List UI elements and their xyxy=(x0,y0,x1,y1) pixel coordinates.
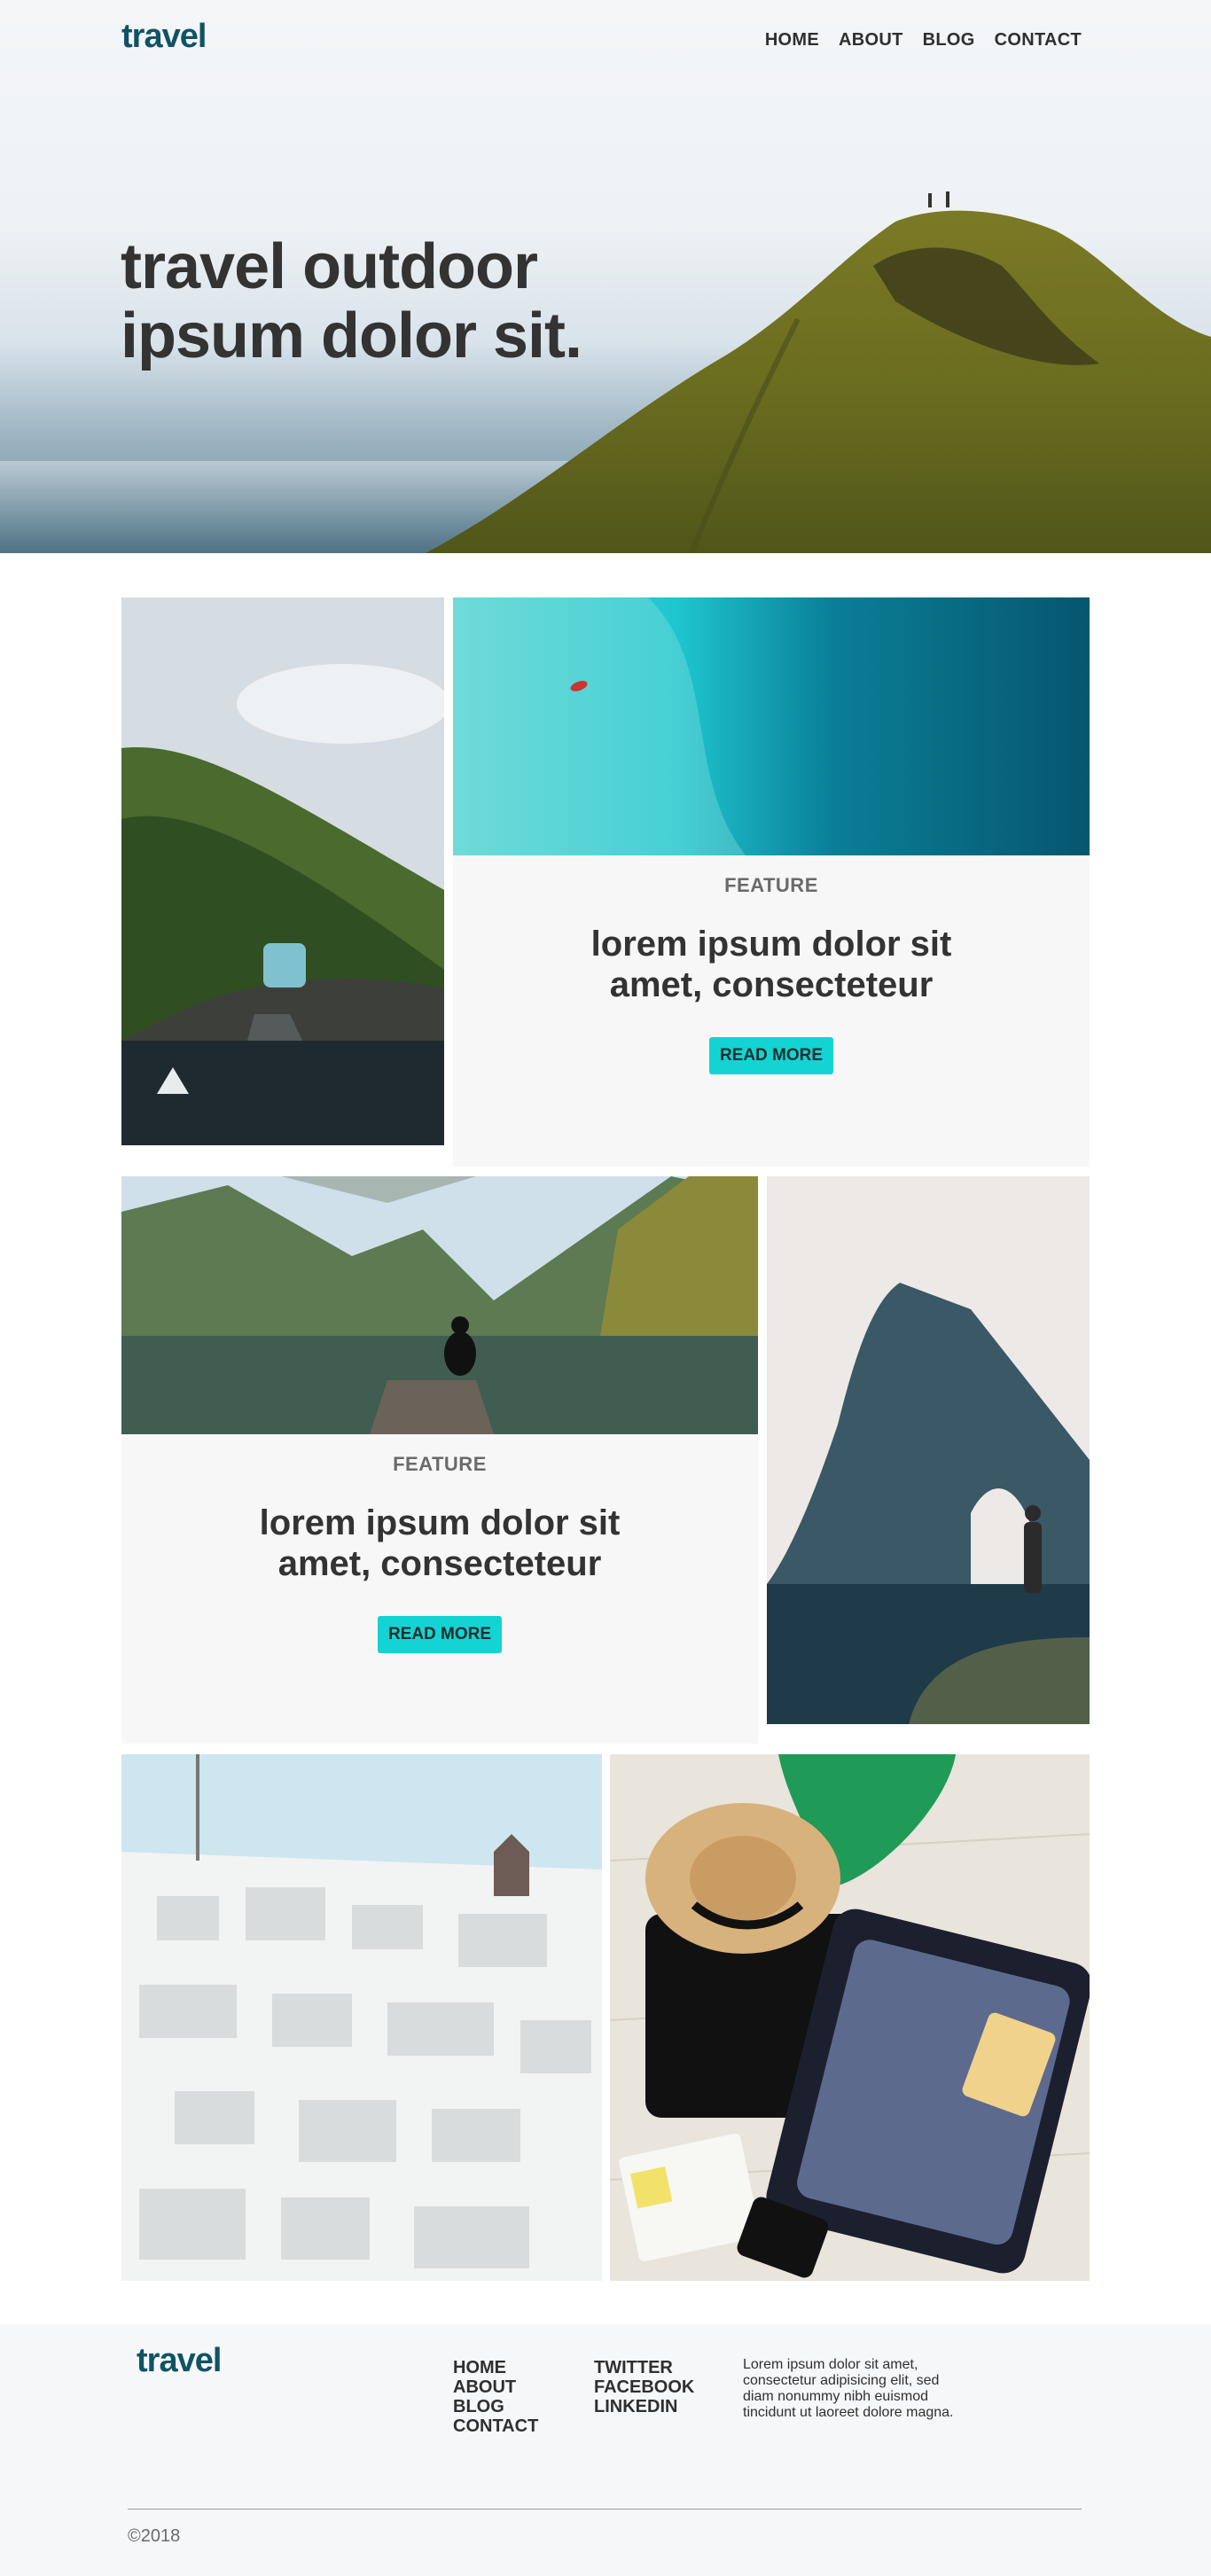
footer-link-twitter[interactable]: TWITTER xyxy=(594,2358,694,2377)
feature-card-2-body: FEATURE lorem ipsum dolor sit amet, cons… xyxy=(121,1453,758,1653)
footer-link-contact[interactable]: CONTACT xyxy=(453,2416,538,2436)
footer-social: TWITTER FACEBOOK LINKEDIN xyxy=(594,2358,694,2416)
footer-link-home[interactable]: HOME xyxy=(453,2358,538,2377)
nav-blog[interactable]: BLOG xyxy=(923,30,975,51)
footer-logo[interactable]: travel xyxy=(137,2342,222,2380)
feature-card-1-body: FEATURE lorem ipsum dolor sit amet, cons… xyxy=(453,874,1090,1074)
nav-about[interactable]: ABOUT xyxy=(839,30,903,51)
feature-card-1: FEATURE lorem ipsum dolor sit amet, cons… xyxy=(453,597,1090,1167)
sea-arch-photo[interactable] xyxy=(767,1176,1090,1724)
packed-suitcase-photo[interactable] xyxy=(610,1754,1090,2281)
read-more-button[interactable]: READ MORE xyxy=(708,1037,834,1074)
feature-title: lorem ipsum dolor sit amet, consecteteur xyxy=(590,925,952,1004)
footer-link-about[interactable]: ABOUT xyxy=(453,2377,538,2397)
feature-kicker: FEATURE xyxy=(393,1453,487,1475)
lake-dock-photo[interactable] xyxy=(121,1176,758,1434)
footer-link-linkedin[interactable]: LINKEDIN xyxy=(594,2397,694,2416)
hero-title: travel outdoor ipsum dolor sit. xyxy=(121,231,582,371)
footer-divider xyxy=(128,2509,1082,2510)
hero: travel HOME ABOUT BLOG CONTACT travel ou… xyxy=(0,0,1211,553)
footer-link-facebook[interactable]: FACEBOOK xyxy=(594,2377,694,2397)
feature-card-2: FEATURE lorem ipsum dolor sit amet, cons… xyxy=(121,1176,758,1744)
feature-kicker: FEATURE xyxy=(724,874,818,896)
feature-title: lorem ipsum dolor sit amet, consecteteur xyxy=(259,1503,621,1583)
road-trip-photo[interactable] xyxy=(121,597,444,1145)
nav-contact[interactable]: CONTACT xyxy=(995,30,1082,51)
footer-nav: HOME ABOUT BLOG CONTACT xyxy=(453,2358,538,2436)
site-footer: travel HOME ABOUT BLOG CONTACT TWITTER F… xyxy=(0,2324,1211,2576)
footer-description: Lorem ipsum dolor sit amet, consectetur … xyxy=(743,2357,954,2420)
santorini-photo[interactable] xyxy=(121,1754,602,2281)
read-more-button[interactable]: READ MORE xyxy=(377,1616,503,1653)
copyright: ©2018 xyxy=(128,2526,181,2546)
main-nav: HOME ABOUT BLOG CONTACT xyxy=(765,30,1082,51)
ocean-aerial-photo[interactable] xyxy=(453,597,1090,855)
nav-home[interactable]: HOME xyxy=(765,30,819,51)
site-logo[interactable]: travel xyxy=(121,18,207,56)
footer-link-blog[interactable]: BLOG xyxy=(453,2397,538,2416)
